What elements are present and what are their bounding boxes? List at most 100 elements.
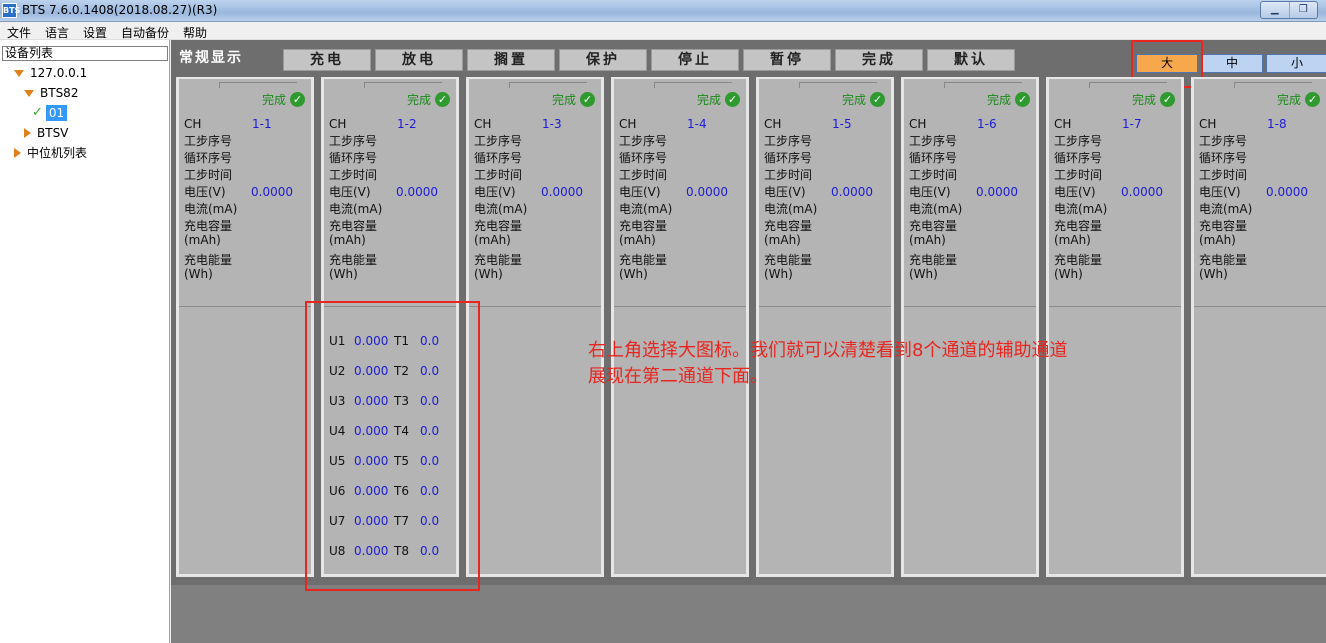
field-label-charge-energy-2: (Wh) [474,267,503,281]
field-label-step-no: 工步序号 [329,134,378,148]
check-circle-icon: ✓ [1305,92,1320,107]
restore-icon[interactable]: ❐ [1290,2,1318,18]
field-label-step-no: 工步序号 [1199,134,1248,148]
tree-node-01[interactable]: ✓ 01 [32,104,68,122]
channel-status: 完成 ✓ [1277,91,1320,108]
field-label-ch: CH [1199,117,1217,131]
tab-stop[interactable]: 停止 [651,49,739,71]
tab-rest[interactable]: 搁置 [467,49,555,71]
tree-node-label: BTS82 [40,86,79,100]
medium-icon-button[interactable]: 中 [1201,54,1263,73]
field-label-charge-capacity-2: (mAh) [764,233,801,247]
menu-bar: 文件 语言 设置 自动备份 帮助 [0,22,1326,40]
collapsed-arrow-icon[interactable] [14,148,21,158]
channel-status: 完成 ✓ [1132,91,1175,108]
status-text: 完成 [261,93,286,107]
tab-complete[interactable]: 完成 [835,49,923,71]
check-circle-icon: ✓ [290,92,305,107]
tab-default[interactable]: 默认 [927,49,1015,71]
menu-auto-backup[interactable]: 自动备份 [121,24,169,41]
field-label-charge-capacity-2: (mAh) [329,233,366,247]
field-label-step-time: 工步时间 [764,168,813,182]
field-label-current: 电流(mA) [1199,202,1253,216]
tree-node-mid-list[interactable]: 中位机列表 [14,144,87,162]
check-circle-icon: ✓ [1015,92,1030,107]
small-icon-button[interactable]: 小 [1266,54,1326,73]
channel-card[interactable]: 完成 ✓ CH 工步序号 循环序号 工步时间 电压(V) 电流(mA) 充电容量 (mAh) 充电能… [1191,77,1326,577]
card-divider [469,306,601,307]
field-label-step-no: 工步序号 [184,134,233,148]
card-tab [799,82,877,88]
field-label-charge-energy-1: 充电能量 [1054,253,1103,267]
tree-node-label: 127.0.0.1 [30,66,88,80]
field-label-cycle-no: 循环序号 [184,151,233,165]
field-label-voltage: 电压(V) [474,185,516,199]
field-label-charge-energy-1: 充电能量 [474,253,523,267]
card-divider [614,306,746,307]
channel-id: 1-6 [977,117,997,131]
field-label-step-no: 工步序号 [909,134,958,148]
voltage-value: 0.0000 [686,185,728,199]
channel-card[interactable]: 完成 ✓ CH 工步序号 循环序号 工步时间 电压(V) 电流(mA) 充电容量 (mAh) 充电能… [1046,77,1184,577]
general-display-label: 常规显示 [179,50,243,66]
voltage-value: 0.0000 [251,185,293,199]
field-label-charge-capacity-2: (mAh) [184,233,221,247]
field-label-step-no: 工步序号 [1054,134,1103,148]
field-label-step-no: 工步序号 [764,134,813,148]
expanded-arrow-icon[interactable] [24,89,34,97]
channel-card[interactable]: 完成 ✓ CH 工步序号 循环序号 工步时间 电压(V) 电流(mA) 充电容量 (mAh) 充电能… [176,77,314,577]
tree-node-bts82[interactable]: BTS82 [24,84,78,102]
menu-help[interactable]: 帮助 [183,24,207,41]
channel-card[interactable]: 完成 ✓ CH 工步序号 循环序号 工步时间 电压(V) 电流(mA) 充电容量 (mAh) 充电能… [901,77,1039,577]
aux-channel-highlight [305,301,480,591]
tree-node-label: 01 [45,105,68,121]
tab-protect[interactable]: 保护 [559,49,647,71]
field-label-step-time: 工步时间 [329,168,378,182]
card-divider [1049,306,1181,307]
status-text: 完成 [406,93,431,107]
expanded-arrow-icon[interactable] [14,69,24,77]
check-circle-icon: ✓ [435,92,450,107]
field-label-charge-capacity-1: 充电容量 [474,219,523,233]
card-tab [1234,82,1312,88]
tree-node-host[interactable]: 127.0.0.1 [14,64,87,82]
field-label-voltage: 电压(V) [1054,185,1096,199]
field-label-cycle-no: 循环序号 [329,151,378,165]
field-label-ch: CH [474,117,492,131]
field-label-ch: CH [764,117,782,131]
channel-card[interactable]: 完成 ✓ CH 工步序号 循环序号 工步时间 电压(V) 电流(mA) 充电容量 (mAh) 充电能… [466,77,604,577]
tab-discharge[interactable]: 放电 [375,49,463,71]
voltage-value: 0.0000 [976,185,1018,199]
field-label-charge-energy-1: 充电能量 [184,253,233,267]
tab-charge[interactable]: 充电 [283,49,371,71]
field-label-step-time: 工步时间 [474,168,523,182]
tree-node-btsv[interactable]: BTSV [24,124,68,142]
field-label-current: 电流(mA) [764,202,818,216]
status-text: 完成 [551,93,576,107]
voltage-value: 0.0000 [541,185,583,199]
field-label-charge-energy-1: 充电能量 [329,253,378,267]
status-text: 完成 [986,93,1011,107]
menu-file[interactable]: 文件 [7,24,31,41]
collapsed-arrow-icon[interactable] [24,128,31,138]
menu-settings[interactable]: 设置 [83,24,107,41]
field-label-cycle-no: 循环序号 [1199,151,1248,165]
menu-language[interactable]: 语言 [45,24,69,41]
title-bar: BTS BTS 7.6.0.1408(2018.08.27)(R3) ▁ ❐ [0,0,1326,22]
field-label-charge-capacity-1: 充电容量 [619,219,668,233]
channel-id: 1-4 [687,117,707,131]
channel-status: 完成 ✓ [262,91,305,108]
field-label-step-no: 工步序号 [474,134,523,148]
card-tab [1089,82,1167,88]
field-label-cycle-no: 循环序号 [909,151,958,165]
field-label-charge-energy-2: (Wh) [184,267,213,281]
field-label-step-time: 工步时间 [909,168,958,182]
channel-card[interactable]: 完成 ✓ CH 工步序号 循环序号 工步时间 电压(V) 电流(mA) 充电容量 (mAh) 充电能… [756,77,894,577]
tab-pause[interactable]: 暂停 [743,49,831,71]
channel-status: 完成 ✓ [407,91,450,108]
card-divider [179,306,311,307]
channel-card[interactable]: 完成 ✓ CH 工步序号 循环序号 工步时间 电压(V) 电流(mA) 充电容量 (mAh) 充电能… [611,77,749,577]
field-label-voltage: 电压(V) [329,185,371,199]
minimize-icon[interactable]: ▁ [1261,2,1290,18]
field-label-charge-capacity-1: 充电容量 [1199,219,1248,233]
